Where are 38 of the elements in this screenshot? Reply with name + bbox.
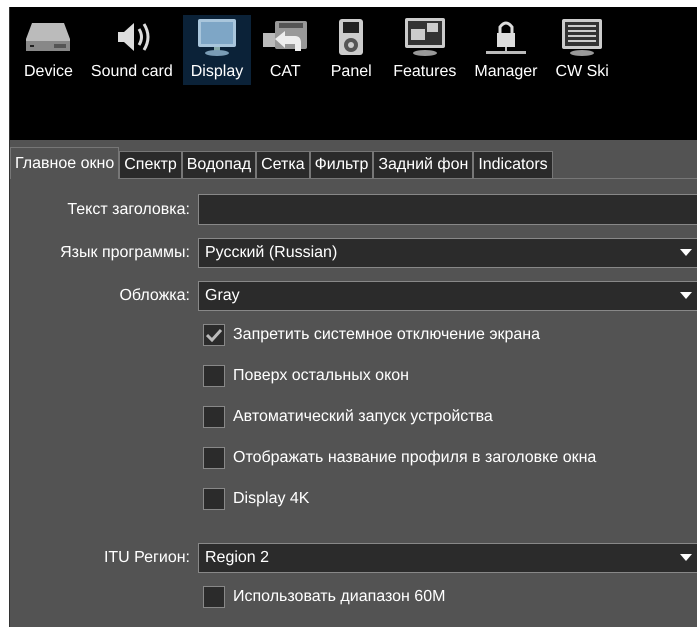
toolbar-button[interactable]: Device [16, 15, 81, 85]
checkbox[interactable] [203, 488, 225, 510]
tab[interactable]: Спектр [119, 151, 182, 178]
toolbar-button[interactable]: Display [182, 15, 252, 85]
toolbar-button[interactable]: CAT [253, 15, 318, 85]
text-field[interactable] [198, 194, 697, 225]
checkbox-label: Отображать название профиля в заголовке окна [233, 449, 596, 467]
dropdown-arrow-icon [680, 249, 692, 257]
toolbar-button[interactable]: Manager [466, 15, 546, 85]
field-label: Текст заголовка: [66, 200, 190, 218]
dropdown-arrow-icon [680, 554, 692, 562]
tab[interactable]: Водопад [182, 151, 256, 178]
tab[interactable]: Фильтр [310, 151, 374, 178]
checkbox[interactable] [203, 324, 225, 346]
toolbar-button[interactable]: Sound card [82, 15, 181, 85]
dropdown-arrow-icon [680, 292, 692, 300]
checkbox-label: Запретить системное отключение экрана [233, 326, 540, 344]
dropdown[interactable]: Region 2 [198, 543, 697, 573]
dropdown[interactable]: Русский (Russian) [198, 238, 697, 268]
field-label: Язык программы: [59, 244, 190, 262]
checkbox-label: Display 4K [233, 490, 310, 508]
tab[interactable]: Сетка [256, 151, 310, 178]
toolbar-button[interactable]: Features [385, 15, 464, 85]
field-label: ITU Регион: [102, 549, 190, 567]
checkbox-label: Поверх остальных окон [233, 367, 409, 385]
toolbar-button[interactable]: CW Ski [548, 15, 617, 85]
dropdown[interactable]: Gray [198, 281, 697, 311]
checkbox[interactable] [203, 406, 225, 428]
checkbox[interactable] [203, 365, 225, 387]
checkbox[interactable] [203, 447, 225, 469]
checkbox-label: Автоматический запуск устройства [233, 408, 493, 426]
tab[interactable]: Главное окно [10, 147, 120, 179]
tab[interactable]: Задний фон [373, 151, 474, 178]
checkbox-label: Использовать диапазон 60M [233, 588, 446, 606]
field-label: Обложка: [118, 287, 190, 305]
toolbar-button[interactable]: Panel [319, 15, 384, 85]
tab[interactable]: Indicators [473, 151, 553, 178]
checkbox[interactable] [203, 586, 225, 608]
